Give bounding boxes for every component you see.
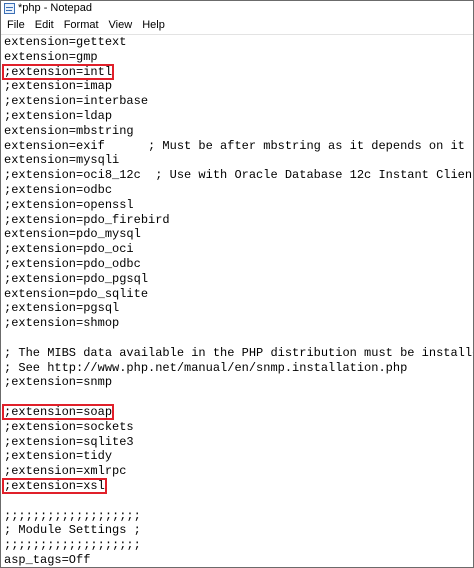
line-text: ;extension=xsl (2, 477, 107, 494)
menu-view[interactable]: View (104, 16, 138, 34)
text-line: ;extension=imap (4, 79, 473, 94)
line-text: ;extension=ldap (4, 108, 113, 123)
text-line: ;extension=pdo_pgsql (4, 272, 473, 287)
text-line: ;extension=interbase (4, 94, 473, 109)
line-text: ;;;;;;;;;;;;;;;;;;; (4, 538, 141, 553)
text-line: extension=pdo_mysql (4, 227, 473, 242)
text-line: ;;;;;;;;;;;;;;;;;;; (4, 509, 473, 524)
line-text: ;extension=pdo_pgsql (4, 271, 149, 286)
text-line (4, 494, 473, 509)
line-text: ;extension=interbase (4, 94, 149, 109)
text-line: ;extension=tidy (4, 449, 473, 464)
line-text: extension=exif ; Must be after mbstring … (4, 138, 465, 153)
line-text: ;extension=soap (1, 403, 115, 420)
line-text: ;extension=sockets (4, 419, 134, 434)
window-title: *php - Notepad (18, 2, 92, 14)
notepad-window: *php - Notepad File Edit Format View Hel… (0, 0, 474, 568)
line-text: ; The MIBS data available in the PHP dis… (4, 345, 474, 360)
text-editor-area[interactable]: extension=gettext extension=gmp ;extension… (1, 35, 473, 567)
text-line: ;extension=pdo_odbc (4, 257, 473, 272)
line-text: ;extension=pdo_oci (4, 242, 134, 257)
line-text: ;extension=oci8_12c ; Use with Oracle Da… (4, 168, 474, 183)
text-line: ;extension=pdo_oci (4, 242, 473, 257)
text-line: ;extension=xmlrpc (4, 464, 473, 479)
line-text: extension=pdo_mysql (4, 227, 141, 242)
highlighted-text-line: ;extension=soap (1, 403, 473, 420)
text-line: ; Module Settings ; (4, 523, 473, 538)
line-text: extension=mysqli (4, 153, 120, 168)
line-text: ;extension=openssl (4, 197, 134, 212)
title-bar[interactable]: *php - Notepad (1, 1, 473, 16)
text-line: ;extension=snmp (4, 375, 473, 390)
line-text: asp_tags=Off (4, 552, 91, 567)
text-line: extension=pdo_sqlite (4, 287, 473, 302)
line-text: ;extension=pdo_firebird (4, 212, 170, 227)
menu-format[interactable]: Format (59, 16, 104, 34)
line-text: ;extension=xmlrpc (4, 464, 127, 479)
text-line: ;extension=sqlite3 (4, 435, 473, 450)
highlighted-text-line: ;extension=intl (1, 63, 473, 80)
text-line: ; The MIBS data available in the PHP dis… (4, 346, 473, 361)
line-text: ; See http://www.php.net/manual/en/snmp.… (4, 360, 408, 375)
line-text: extension=gmp (4, 49, 98, 64)
text-line: ;extension=pgsql (4, 301, 473, 316)
text-line: ;extension=openssl (4, 198, 473, 213)
line-text: extension=mbstring (4, 123, 134, 138)
line-text: ;extension=intl (1, 63, 115, 80)
notepad-icon (4, 3, 15, 14)
line-text: ;extension=pgsql (4, 301, 120, 316)
line-text: extension=pdo_sqlite (4, 286, 149, 301)
text-line: ;extension=pdo_firebird (4, 213, 473, 228)
text-line (4, 331, 473, 346)
text-line: extension=gettext (4, 35, 473, 50)
text-line: extension=exif ; Must be after mbstring … (4, 139, 473, 154)
text-line: ;extension=oci8_12c ; Use with Oracle Da… (4, 168, 473, 183)
text-line: ;;;;;;;;;;;;;;;;;;; (4, 538, 473, 553)
text-line: ;extension=sockets (4, 420, 473, 435)
highlighted-text-line: ;extension=xsl (2, 477, 473, 494)
line-text: ;extension=imap (4, 79, 113, 94)
line-text: ;extension=snmp (4, 375, 113, 390)
line-text: ;extension=pdo_odbc (4, 256, 141, 271)
line-text: ;extension=shmop (4, 316, 120, 331)
text-line: extension=mbstring (4, 124, 473, 139)
line-text: ;;;;;;;;;;;;;;;;;;; (4, 508, 141, 523)
menu-bar: File Edit Format View Help (1, 16, 473, 35)
text-line: extension=mysqli (4, 153, 473, 168)
menu-edit[interactable]: Edit (30, 16, 59, 34)
text-line: ;extension=ldap (4, 109, 473, 124)
line-text: extension=gettext (4, 35, 127, 49)
line-text: ;extension=sqlite3 (4, 434, 134, 449)
text-line: extension=gmp (4, 50, 473, 65)
line-text: ;extension=odbc (4, 182, 113, 197)
text-line (4, 390, 473, 405)
menu-help[interactable]: Help (137, 16, 170, 34)
line-text: ;extension=tidy (4, 449, 113, 464)
text-line: ;extension=odbc (4, 183, 473, 198)
menu-file[interactable]: File (2, 16, 30, 34)
text-line: ; See http://www.php.net/manual/en/snmp.… (4, 361, 473, 376)
text-line: ;extension=shmop (4, 316, 473, 331)
text-line: asp_tags=Off (4, 552, 473, 567)
line-text: ; Module Settings ; (4, 523, 141, 538)
